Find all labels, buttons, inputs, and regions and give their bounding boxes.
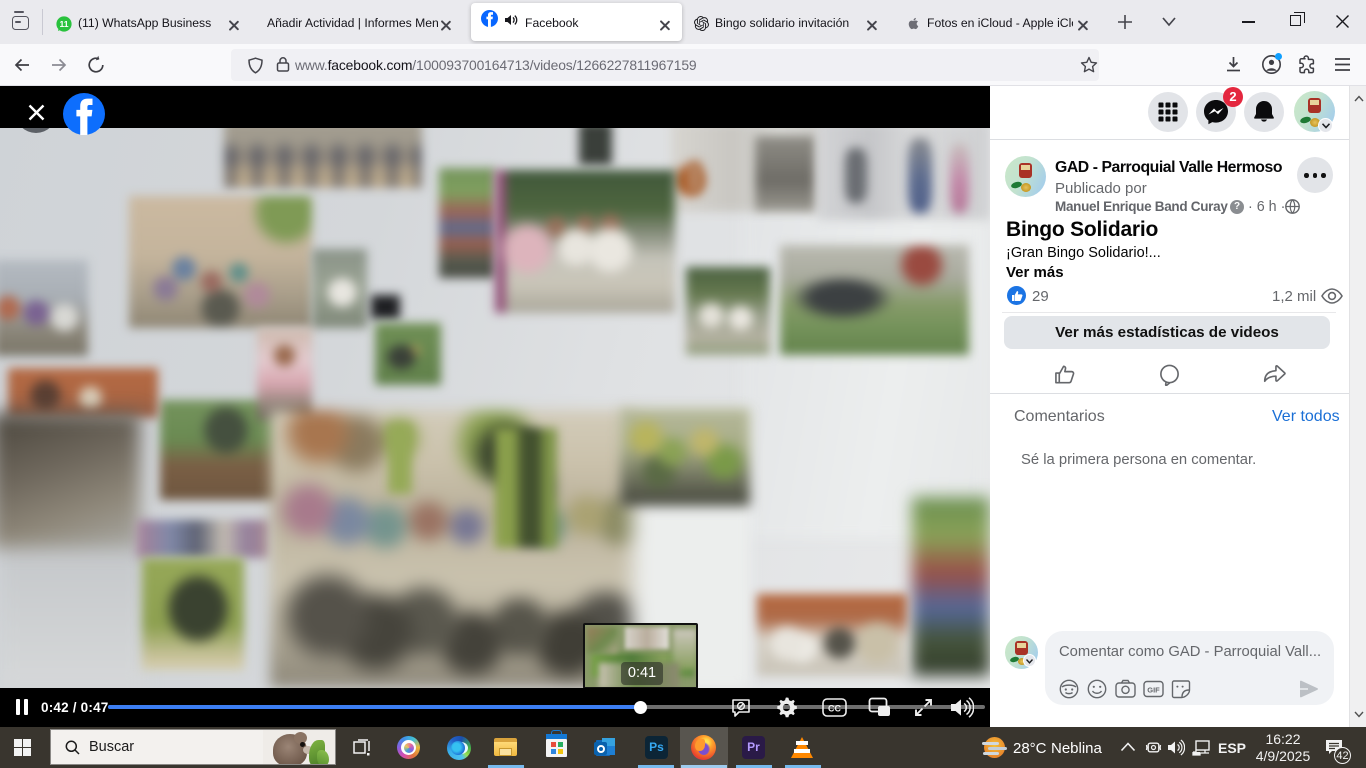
- svg-text:CC: CC: [828, 704, 841, 714]
- svg-text:GIF: GIF: [1147, 686, 1160, 695]
- svg-text:11: 11: [59, 19, 68, 29]
